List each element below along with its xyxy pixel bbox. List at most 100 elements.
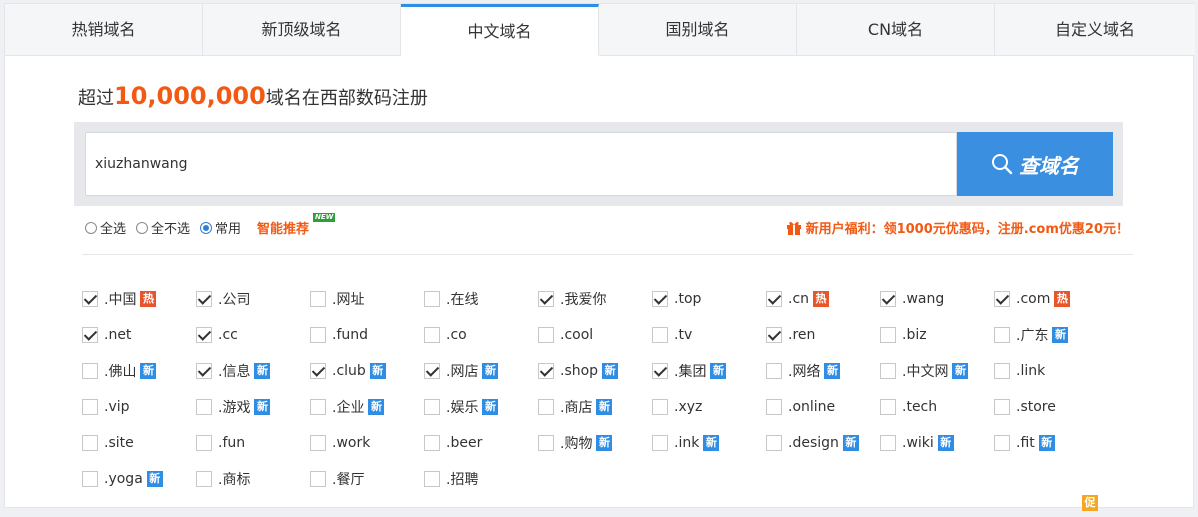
domain-option[interactable]: .tv 促 (652, 317, 1098, 511)
domain-checkbox[interactable] (196, 291, 212, 307)
domain-option[interactable]: .cool (538, 317, 652, 353)
domain-checkbox[interactable] (310, 363, 326, 379)
domain-option[interactable]: .网络新 (766, 353, 880, 389)
domain-checkbox[interactable] (766, 435, 782, 451)
domain-checkbox[interactable] (196, 399, 212, 415)
domain-checkbox[interactable] (994, 363, 1010, 379)
domain-checkbox[interactable] (652, 291, 668, 307)
tab-cn-domains[interactable]: CN域名 (797, 4, 995, 56)
search-domain-button[interactable]: 查域名 (957, 132, 1113, 196)
domain-checkbox[interactable] (82, 435, 98, 451)
domain-option[interactable]: .商标 (196, 461, 310, 497)
domain-option[interactable]: .cc 促 (196, 317, 1098, 511)
domain-checkbox[interactable] (310, 327, 326, 343)
domain-checkbox[interactable] (196, 471, 212, 487)
tab-new-gtld[interactable]: 新顶级域名 (203, 4, 401, 56)
tab-chinese-domains[interactable]: 中文域名 (401, 4, 599, 56)
domain-checkbox[interactable] (424, 471, 440, 487)
domain-checkbox[interactable] (538, 435, 554, 451)
domain-checkbox[interactable] (82, 327, 98, 343)
domain-option[interactable]: .网店新 (424, 353, 538, 389)
domain-option[interactable]: .fit 新 (994, 425, 1108, 461)
tab-custom-domains[interactable]: 自定义域名 (995, 4, 1195, 56)
domain-checkbox[interactable] (652, 399, 668, 415)
domain-option[interactable]: .商店新 (538, 389, 652, 425)
domain-option[interactable]: .club 新 (310, 353, 424, 389)
domain-option[interactable]: .集团新 (652, 353, 766, 389)
domain-checkbox[interactable] (82, 399, 98, 415)
domain-checkbox[interactable] (880, 291, 896, 307)
domain-option[interactable]: .top 促 (652, 281, 1098, 511)
domain-checkbox[interactable] (652, 435, 668, 451)
domain-checkbox[interactable] (880, 327, 896, 343)
domain-checkbox[interactable] (424, 327, 440, 343)
domain-option[interactable]: .co (424, 317, 538, 353)
domain-option[interactable]: .vip 促 (82, 389, 1098, 511)
domain-option[interactable]: .tech 促 (880, 389, 1098, 511)
domain-option[interactable]: .我爱你 (538, 281, 652, 317)
domain-checkbox[interactable] (880, 399, 896, 415)
domain-checkbox[interactable] (880, 435, 896, 451)
domain-checkbox[interactable] (652, 363, 668, 379)
domain-checkbox[interactable] (994, 399, 1010, 415)
domain-option[interactable]: .store 促 (994, 389, 1108, 511)
domain-option[interactable]: .design 新 (766, 425, 880, 461)
domain-checkbox[interactable] (994, 327, 1010, 343)
domain-checkbox[interactable] (766, 363, 782, 379)
domain-option[interactable]: .com 热 (994, 281, 1108, 317)
domain-checkbox[interactable] (424, 363, 440, 379)
domain-checkbox[interactable] (766, 327, 782, 343)
domain-option[interactable]: .fund (310, 317, 424, 353)
domain-option[interactable]: .beer 促 (424, 425, 1098, 511)
domain-option[interactable]: .shop 新 (538, 353, 652, 389)
domain-option[interactable]: .公司促 (196, 281, 1098, 511)
domain-checkbox[interactable] (424, 399, 440, 415)
domain-option[interactable]: .企业新 (310, 389, 424, 425)
tab-country-domains[interactable]: 国别域名 (599, 4, 797, 56)
domain-option[interactable]: .online 促 (766, 389, 1098, 511)
radio-select-none[interactable]: 全不选 (136, 218, 190, 237)
domain-option[interactable]: .中国热 (82, 281, 196, 317)
domain-option[interactable]: .fun 促 (196, 425, 1098, 511)
domain-checkbox[interactable] (766, 399, 782, 415)
domain-search-input[interactable] (85, 132, 957, 196)
domain-checkbox[interactable] (538, 363, 554, 379)
smart-recommend-link[interactable]: 智能推荐 NEW (257, 213, 336, 237)
domain-option[interactable]: .餐厅 (310, 461, 424, 497)
tab-hot-domains[interactable]: 热销域名 (5, 4, 203, 56)
domain-option[interactable]: .娱乐新 (424, 389, 538, 425)
domain-checkbox[interactable] (196, 435, 212, 451)
domain-option[interactable]: .信息新 (196, 353, 310, 389)
domain-option[interactable]: .网址促 (310, 281, 1098, 511)
domain-option[interactable]: .yoga 新 (82, 461, 196, 497)
domain-option[interactable]: .招聘 (424, 461, 538, 497)
domain-checkbox[interactable] (310, 399, 326, 415)
domain-checkbox[interactable] (82, 471, 98, 487)
domain-checkbox[interactable] (424, 291, 440, 307)
domain-option[interactable]: .wang 促 (880, 281, 1098, 511)
domain-option[interactable]: .ren 促 (766, 317, 1098, 511)
domain-checkbox[interactable] (196, 363, 212, 379)
domain-option[interactable]: .biz 促 (880, 317, 1098, 511)
domain-option[interactable]: .ink 新 (652, 425, 766, 461)
domain-option[interactable]: .work 促 (310, 425, 1098, 511)
domain-option[interactable]: .在线促 (424, 281, 1098, 511)
domain-checkbox[interactable] (994, 291, 1010, 307)
domain-checkbox[interactable] (766, 291, 782, 307)
domain-option[interactable]: .广东新 (994, 317, 1108, 353)
new-user-promo[interactable]: 新用户福利：领1000元优惠码，注册.com优惠20元！ (786, 218, 1129, 237)
domain-checkbox[interactable] (82, 291, 98, 307)
domain-checkbox[interactable] (82, 363, 98, 379)
domain-option[interactable]: .link 促 (994, 353, 1108, 511)
domain-checkbox[interactable] (310, 291, 326, 307)
domain-option[interactable]: .site 促 (82, 425, 1098, 511)
domain-checkbox[interactable] (424, 435, 440, 451)
domain-option[interactable]: .游戏新 (196, 389, 310, 425)
domain-option[interactable]: .xyz 促 (652, 389, 1098, 511)
domain-checkbox[interactable] (310, 471, 326, 487)
domain-checkbox[interactable] (196, 327, 212, 343)
radio-common[interactable]: 常用 (200, 218, 241, 237)
domain-option[interactable]: .购物新 (538, 425, 652, 461)
domain-option[interactable]: .net 促 (82, 317, 1098, 511)
domain-checkbox[interactable] (652, 327, 668, 343)
